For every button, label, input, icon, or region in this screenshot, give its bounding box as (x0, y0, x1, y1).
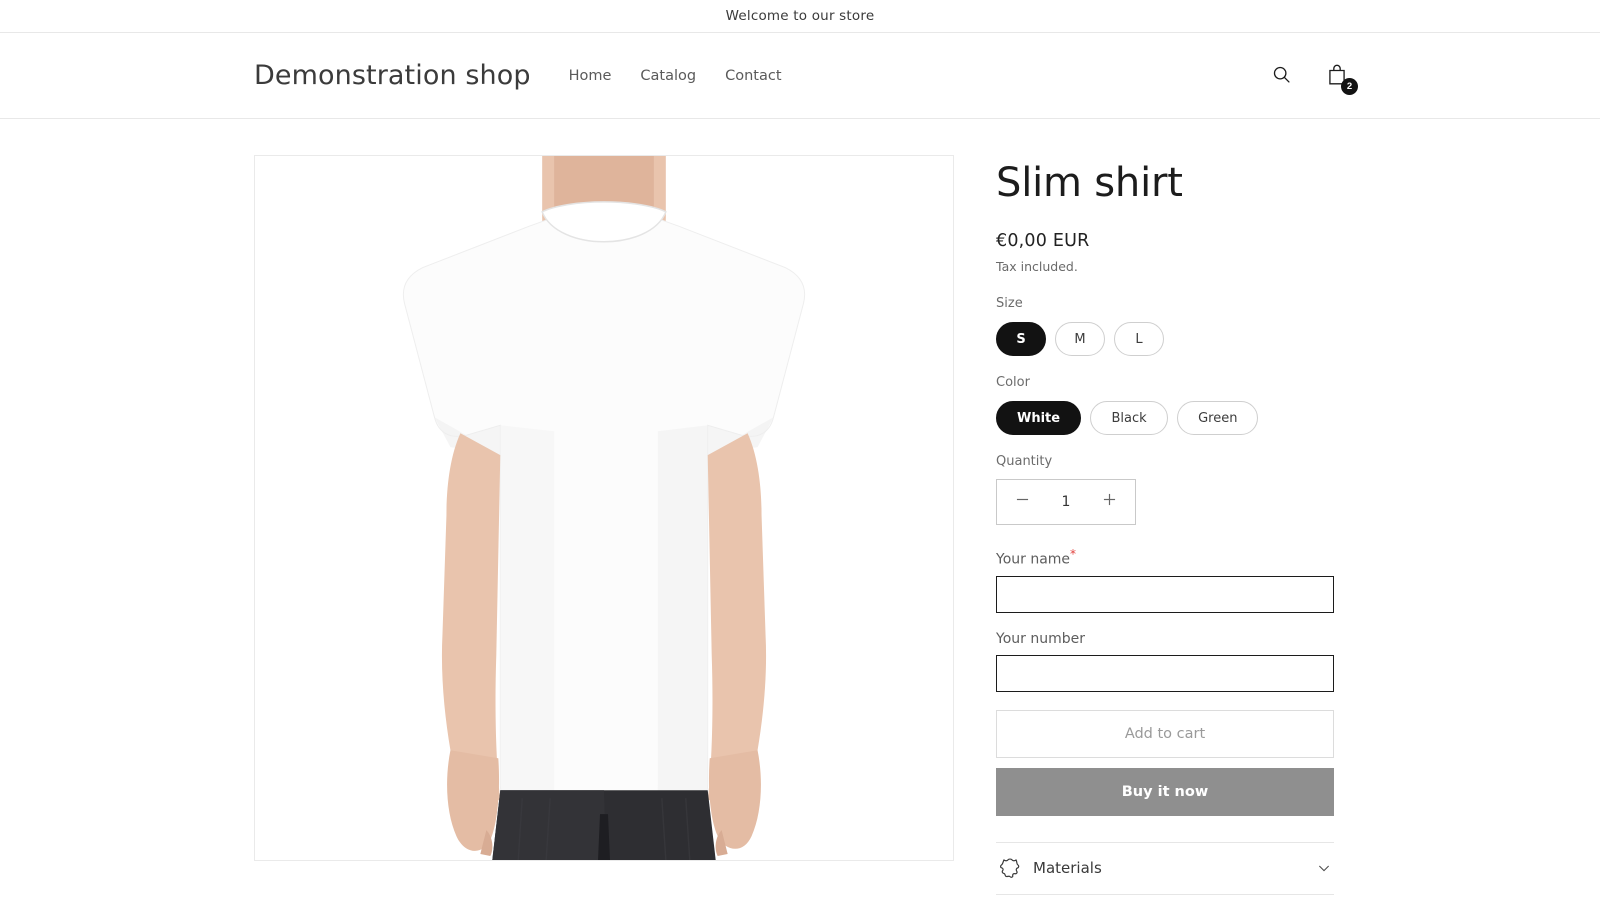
product-media-column (254, 155, 954, 861)
quantity-stepper: 1 (996, 479, 1136, 525)
your-number-input[interactable] (996, 654, 1334, 692)
quantity-decrease-button[interactable] (1013, 493, 1031, 511)
announcement-text: Welcome to our store (725, 8, 875, 24)
your-number-label: Your number (996, 630, 1085, 647)
size-options: S M L (996, 322, 1336, 356)
nav-item-contact[interactable]: Contact (725, 68, 781, 84)
chevron-down-icon (1316, 861, 1332, 875)
required-indicator: * (1070, 547, 1077, 561)
site-header: Demonstration shop Home Catalog Contact (0, 33, 1600, 119)
tax-note: Tax included. (996, 259, 1078, 274)
quantity-label: Quantity (996, 454, 1053, 469)
quantity-value[interactable]: 1 (1062, 494, 1071, 510)
color-option-black[interactable]: Black (1090, 401, 1169, 435)
size-option-m[interactable]: M (1055, 322, 1105, 356)
product-main: Slim shirt €0,00 EUR Tax included. Size … (0, 119, 1600, 895)
color-option-white[interactable]: White (996, 401, 1082, 435)
buy-it-now-button[interactable]: Buy it now (996, 767, 1334, 816)
header-actions: 2 (1264, 33, 1358, 119)
your-name-input[interactable] (996, 575, 1334, 613)
product-image[interactable] (254, 155, 954, 861)
color-label: Color (996, 375, 1030, 390)
materials-accordion[interactable]: Materials (996, 841, 1334, 895)
leather-hide-icon (998, 857, 1022, 879)
product-page: Welcome to our store Demonstration shop … (0, 0, 1600, 900)
quantity-increase-button[interactable] (1101, 493, 1119, 511)
store-logo[interactable]: Demonstration shop (254, 60, 531, 91)
size-label: Size (996, 296, 1023, 311)
cart-button[interactable]: 2 (1320, 59, 1358, 95)
product-photo-illustration (255, 156, 953, 860)
nav-item-catalog[interactable]: Catalog (640, 68, 696, 84)
minus-icon (1016, 493, 1029, 511)
search-icon (1271, 64, 1292, 88)
color-options: White Black Green (996, 401, 1336, 435)
product-info-column: Slim shirt €0,00 EUR Tax included. Size … (996, 155, 1336, 895)
size-option-s[interactable]: S (996, 322, 1046, 356)
color-option-green[interactable]: Green (1177, 401, 1259, 435)
main-navigation: Home Catalog Contact (569, 68, 782, 84)
materials-title: Materials (1033, 859, 1102, 878)
your-name-label: Your name* (996, 547, 1336, 568)
plus-icon (1103, 493, 1116, 511)
size-option-l[interactable]: L (1114, 322, 1164, 356)
add-to-cart-button[interactable]: Add to cart (996, 709, 1334, 758)
product-title: Slim shirt (996, 160, 1183, 206)
announcement-bar: Welcome to our store (0, 0, 1600, 33)
nav-item-home[interactable]: Home (569, 68, 612, 84)
product-price: €0,00 EUR (996, 231, 1090, 251)
your-name-label-text: Your name (996, 551, 1071, 568)
cart-count-badge: 2 (1341, 78, 1358, 95)
search-button[interactable] (1264, 59, 1298, 93)
